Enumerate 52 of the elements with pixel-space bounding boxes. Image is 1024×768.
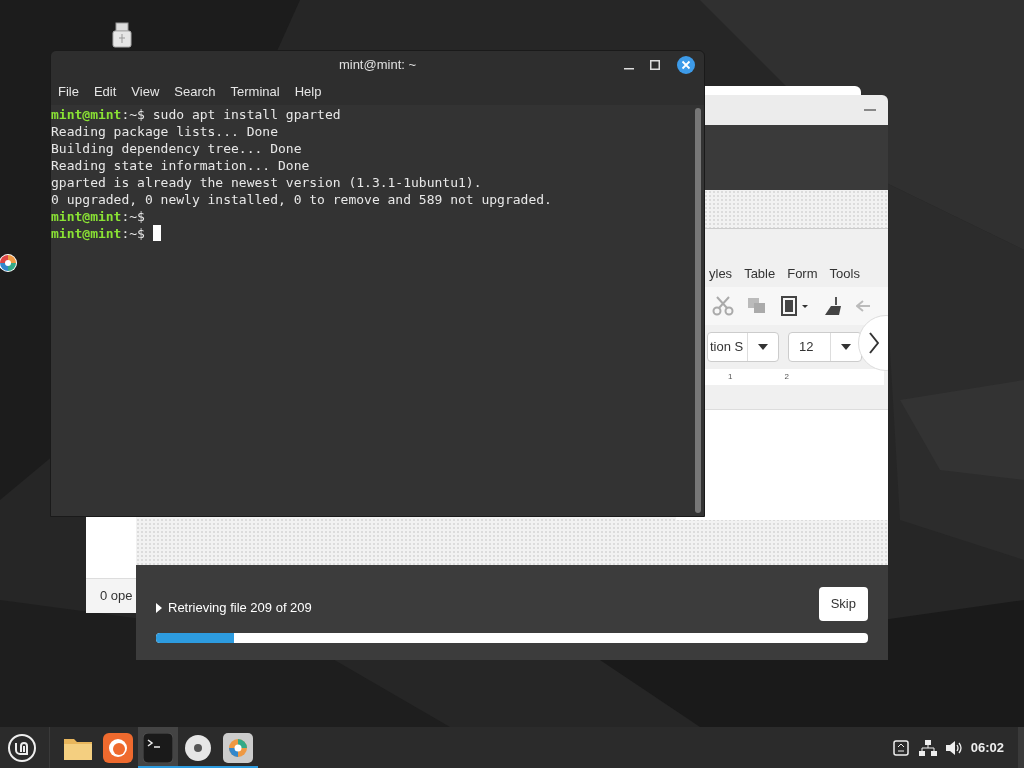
command-text: :~$ — [121, 208, 145, 225]
caret-icon[interactable] — [758, 344, 768, 350]
menu-item[interactable]: yles — [709, 263, 733, 283]
menu-item[interactable]: Terminal — [223, 82, 287, 102]
menu-item[interactable]: Form — [787, 263, 818, 283]
menu-item[interactable]: Table — [744, 263, 776, 283]
font-size-text: 12 — [798, 338, 815, 357]
scrollbar[interactable] — [695, 108, 701, 513]
command-text: :~$ sudo apt install gparted — [121, 106, 341, 123]
font-size-field[interactable]: 12 — [788, 332, 862, 362]
chevron-right-icon — [869, 332, 879, 354]
caret-icon[interactable] — [841, 344, 851, 350]
expander-icon[interactable] — [156, 603, 162, 613]
font-name-field[interactable]: tion S — [707, 332, 779, 362]
window-title: mint@mint: ~ — [338, 56, 417, 75]
ruler-number: 1 — [728, 373, 733, 381]
network-icon[interactable] — [918, 739, 937, 756]
font-name-text: tion S — [709, 338, 745, 357]
command-text: :~$ — [121, 225, 145, 242]
progress-label: Retrieving file 209 of 209 — [168, 599, 312, 618]
menu-icon[interactable] — [7, 732, 37, 763]
output-line: Building dependency tree... Done — [51, 140, 303, 157]
close-icon[interactable] — [676, 55, 696, 75]
menu-item[interactable]: Search — [167, 82, 223, 102]
menu-item[interactable]: Help — [287, 82, 329, 102]
skip-button[interactable]: Skip — [818, 587, 868, 621]
disc-icon — [183, 732, 213, 763]
output-line: gparted is already the newest version (1.3.1-1ubuntu1). — [51, 174, 483, 191]
menu-item[interactable]: Edit — [86, 82, 124, 102]
output-line: Reading state information... Done — [51, 157, 311, 174]
prompt-text: mint@mint — [51, 208, 122, 225]
prompt-text: mint@mint — [51, 106, 122, 123]
fox-icon — [103, 732, 133, 763]
terminal-icon — [143, 732, 173, 763]
menu-item[interactable]: Tools — [829, 263, 860, 283]
output-line: 0 upgraded, 0 newly installed, 0 to remove and 589 not upgraded. — [51, 191, 553, 208]
brush-icon[interactable] — [823, 296, 843, 316]
output-line: Reading package lists... Done — [51, 123, 279, 140]
volume-icon[interactable] — [944, 739, 963, 756]
ruler-number: 2 — [784, 373, 789, 381]
color-wheel-icon — [223, 732, 253, 763]
clipboard-icon[interactable] — [780, 295, 810, 317]
maximize-icon[interactable] — [650, 60, 660, 70]
notes-icon[interactable] — [892, 739, 909, 756]
status-text: 0 ope — [100, 587, 133, 606]
menu-item[interactable]: View — [124, 82, 167, 102]
prompt-text: mint@mint — [51, 225, 122, 242]
usb-drive-icon[interactable] — [111, 22, 133, 48]
menu-item[interactable]: File — [51, 82, 86, 102]
color-wheel-icon[interactable] — [0, 253, 18, 273]
launcher-button[interactable] — [138, 727, 178, 768]
clock[interactable]: 06:02 — [970, 737, 1004, 758]
